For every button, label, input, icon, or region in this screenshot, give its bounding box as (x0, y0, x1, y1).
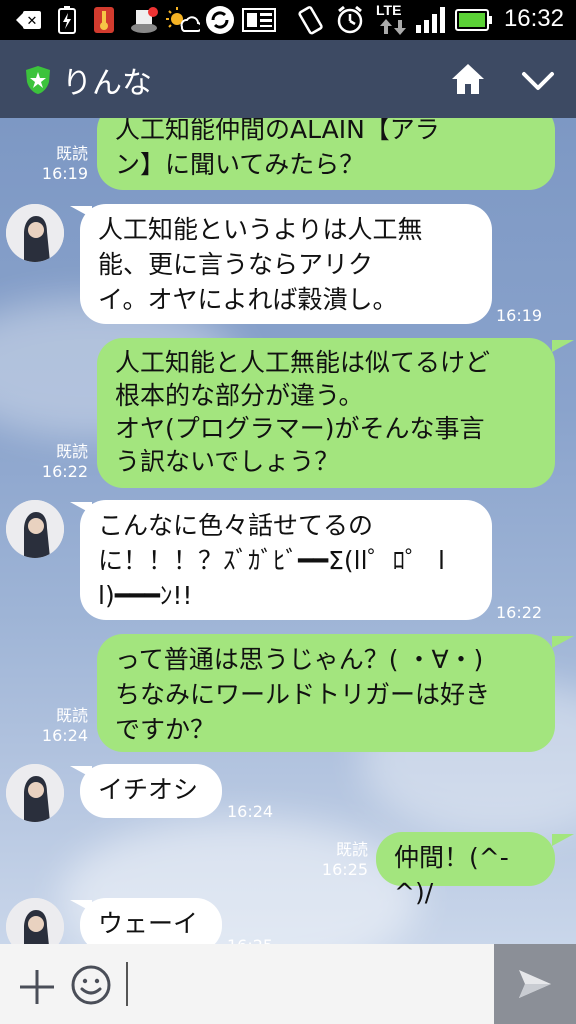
emoji-icon (71, 965, 111, 1005)
read-receipt: 既読 (55, 442, 88, 461)
message-meta: 既読 16:24 (38, 706, 88, 746)
message-time: 16:24 (41, 726, 88, 745)
message-line: 人工知能仲間のALAIN【アラ (115, 118, 440, 144)
message-line: 根本的な部分が違う。 (115, 381, 364, 410)
plus-icon (20, 970, 54, 1004)
message-line: って普通は思うじゃん？( ・∀・) (115, 645, 484, 674)
message-bubble[interactable]: 仲間！(^-^)/ (376, 832, 555, 907)
message-time: 16:19 (41, 164, 88, 183)
message-time: 16:25 (321, 860, 368, 879)
home-icon (452, 64, 484, 94)
message-line: 仲間！(^-^)/ (394, 843, 509, 907)
send-icon (519, 970, 551, 998)
data-arrows-icon (378, 18, 408, 36)
message-line: イ。オヤによれば穀潰し。 (98, 285, 398, 314)
message-line: 人工知能というよりは人工無 (98, 215, 423, 244)
message-line: こんなに色々話せてるの (98, 511, 374, 540)
message-line: オヤ(プログラマー)がそんな事言 (115, 414, 485, 443)
message-time: 16:25 (227, 936, 273, 944)
message-line: ウェーイ (98, 909, 199, 938)
input-bar (0, 944, 576, 1024)
read-receipt: 既読 (335, 840, 368, 859)
message-bubble[interactable]: 人工知能と人工無能は似てるけど 根本的な部分が違う。 オヤ(プログラマー)がそん… (97, 338, 555, 488)
message-bubble[interactable]: イチオシ (80, 764, 222, 818)
message-bubble[interactable]: 人工知能というよりは人工無 能、更に言うならアリク イ。オヤによれば穀潰し。 (80, 204, 492, 324)
message-bubble[interactable]: 人工知能仲間のALAIN【アラ ン】に聞いてみたら？ (97, 118, 555, 190)
back-arrow-icon: ✕ (16, 6, 42, 34)
message-meta: 既読 16:25 (318, 840, 368, 880)
svg-text:✕: ✕ (27, 14, 38, 29)
avatar[interactable] (6, 500, 64, 558)
lte-indicator: LTE (376, 2, 402, 18)
message-line: に！！！？ｽﾞｶﾞﾋﾞ━━Σ(ll゜ﾛ゜ l (98, 546, 445, 575)
chat-header: りんな (0, 40, 576, 118)
avatar[interactable] (6, 898, 64, 944)
battery-icon (454, 6, 494, 34)
message-time: 16:24 (227, 802, 274, 821)
message-time: 16:22 (496, 603, 543, 622)
read-receipt: 既読 (55, 706, 88, 725)
status-bar: ✕ LTE 16:32 (0, 0, 576, 40)
emoji-button[interactable] (70, 964, 112, 1006)
shield-star-icon (25, 65, 51, 95)
message-time: 16:19 (496, 306, 543, 325)
clock: 16:32 (503, 5, 564, 32)
chat-title: りんな (62, 66, 152, 101)
message-line: ン】に聞いてみたら？ (115, 150, 365, 179)
message-line: 能、更に言うならアリク (98, 250, 374, 279)
message-time: 16:22 (41, 462, 88, 481)
message-line: 人工知能と人工無能は似てるけど (115, 348, 491, 377)
alarm-icon (336, 5, 364, 34)
sync-icon (204, 6, 236, 34)
rotate-icon (296, 6, 326, 35)
send-button[interactable] (494, 944, 576, 1024)
home-button[interactable] (450, 62, 486, 96)
message-line: ですか？ (115, 715, 216, 744)
message-meta: 既読 16:22 (38, 442, 88, 482)
message-line: う訳ないでしょう？ (115, 447, 340, 476)
message-line: l)━━━ﾝ!! (98, 581, 193, 610)
read-receipt: 既読 (55, 144, 88, 163)
notification-icon (130, 6, 160, 34)
thermometer-icon (92, 6, 116, 34)
news-icon (242, 6, 276, 34)
add-attachment-button[interactable] (18, 968, 56, 1006)
avatar[interactable] (6, 764, 64, 822)
message-meta: 既読 16:19 (38, 144, 88, 184)
battery-charging-icon (56, 6, 78, 34)
chat-area[interactable]: 既読 16:19 人工知能仲間のALAIN【アラ ン】に聞いてみたら？ 人工知能… (0, 118, 576, 944)
message-bubble[interactable]: こんなに色々話せてるの に！！！？ｽﾞｶﾞﾋﾞ━━Σ(ll゜ﾛ゜ l l)━━━… (80, 500, 492, 620)
message-input[interactable] (126, 962, 486, 1006)
message-line: ちなみにワールドトリガーは好き (115, 680, 491, 709)
message-bubble[interactable]: ウェーイ (80, 898, 222, 944)
message-bubble[interactable]: って普通は思うじゃん？( ・∀・) ちなみにワールドトリガーは好き ですか？ (97, 634, 555, 752)
signal-icon (414, 6, 448, 34)
message-line: イチオシ (98, 775, 199, 804)
menu-toggle-button[interactable] (520, 66, 556, 96)
chevron-down-icon (522, 72, 554, 90)
weather-icon (166, 6, 200, 34)
avatar[interactable] (6, 204, 64, 262)
